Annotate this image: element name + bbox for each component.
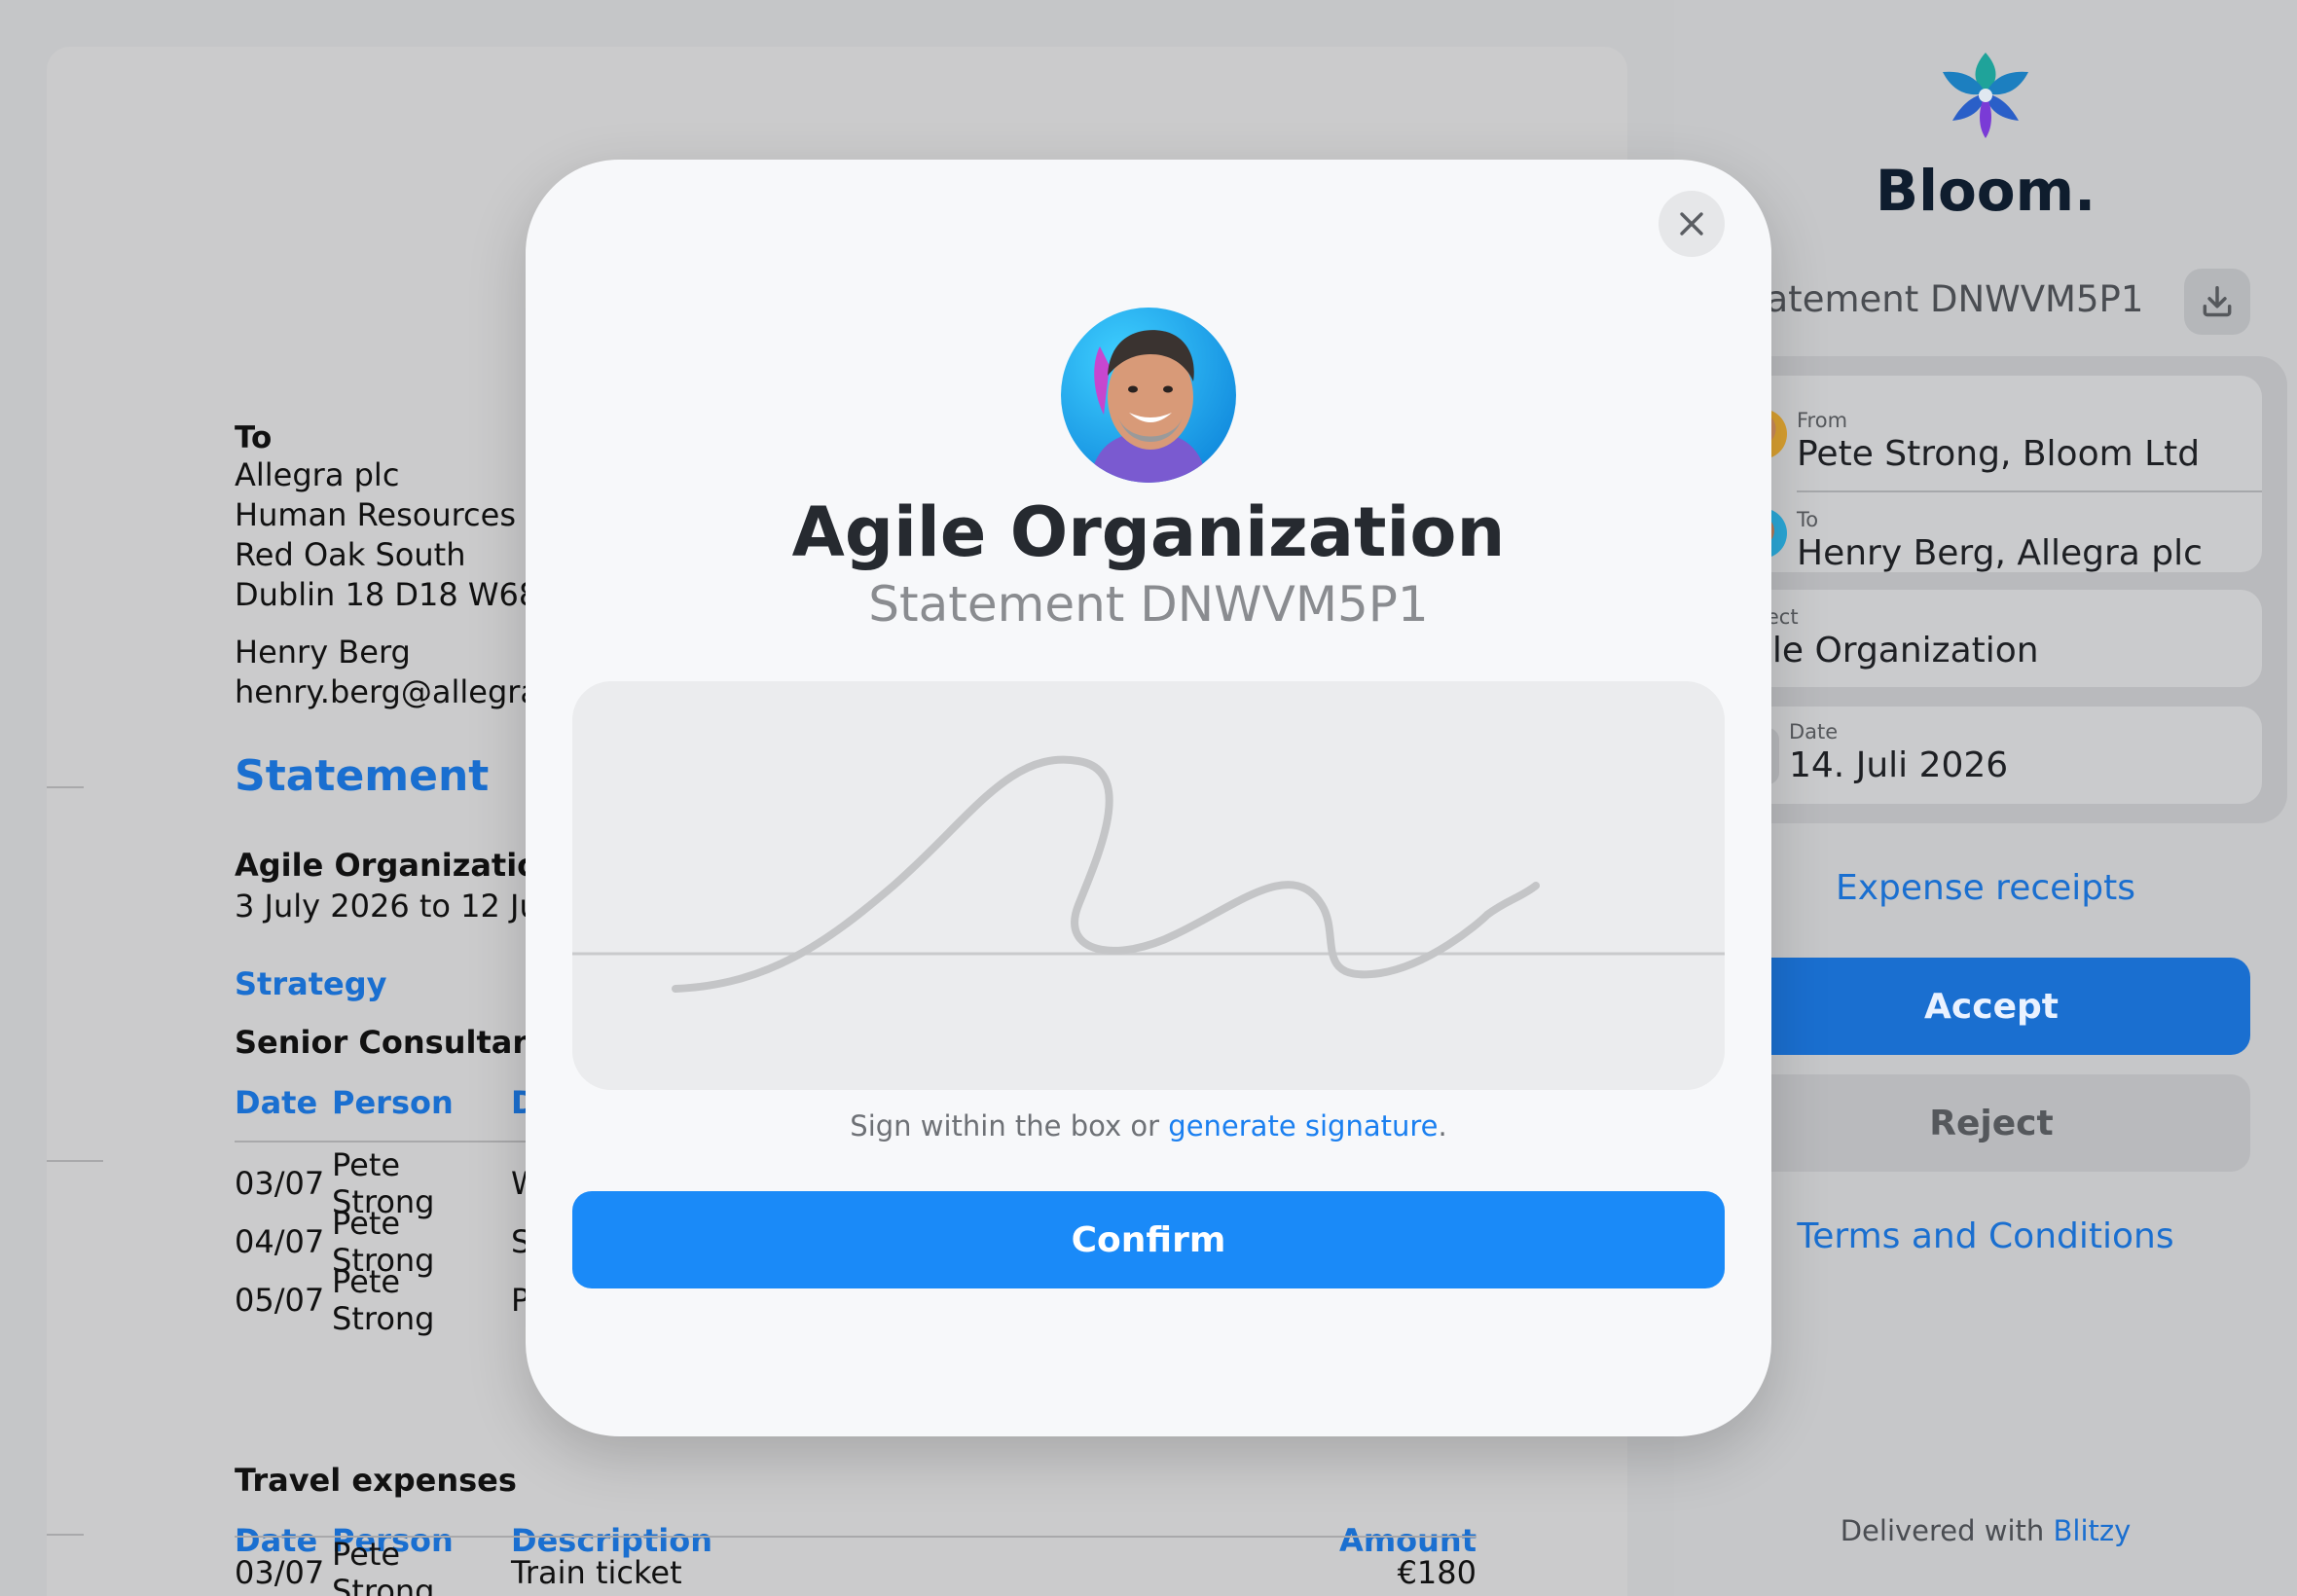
col-person: Person <box>332 1084 454 1121</box>
cell-date: 05/07 <box>235 1282 325 1319</box>
accept-button[interactable]: Accept <box>1732 958 2250 1055</box>
project-card: roject gile Organization <box>1740 590 2262 687</box>
from-label: From <box>1797 409 1848 432</box>
address-line: Human Resources <box>235 496 516 533</box>
from-value: Pete Strong, Bloom Ltd <box>1797 434 2201 474</box>
contact-email: henry.berg@allegra.c <box>235 673 566 710</box>
generate-signature-link[interactable]: generate signature <box>1168 1109 1438 1143</box>
cell-date: 03/07 <box>235 1165 325 1202</box>
to-label: To <box>235 420 273 455</box>
cell-date: 04/07 <box>235 1223 325 1260</box>
date-card: Date 14. Juli 2026 <box>1732 707 2262 804</box>
project-value: gile Organization <box>1740 631 2039 671</box>
travel-heading: Travel expenses <box>235 1462 517 1499</box>
footer: Delivered with Blitzy <box>1674 1514 2297 1547</box>
margin-mark <box>47 1160 103 1162</box>
cell-date: 03/07 <box>235 1554 325 1591</box>
avatar <box>1061 308 1236 483</box>
bloom-logo-icon <box>1674 49 2297 146</box>
hint-period: . <box>1438 1109 1447 1143</box>
divider <box>1797 490 2262 492</box>
footer-brand-link[interactable]: Blitzy <box>2054 1514 2132 1547</box>
address-line: Dublin 18 D18 W688 <box>235 576 559 613</box>
footer-text: Delivered with <box>1840 1514 2045 1547</box>
table-row: 04/07 Pete Strong S <box>235 1205 542 1279</box>
work-table-header: Date Person D <box>235 1084 537 1121</box>
statement-heading: Statement <box>235 751 490 801</box>
signature-modal: Agile Organization Statement DNWVM5P1 Si… <box>526 160 1771 1436</box>
brand-name: Bloom. <box>1875 158 2096 224</box>
recipient-address: Allegra plc Human Resources Red Oak Sout… <box>235 455 566 615</box>
col-date: Date <box>235 1084 318 1121</box>
close-icon <box>1680 212 1703 236</box>
signature-hint: Sign within the box or generate signatur… <box>526 1109 1771 1143</box>
to-label: To <box>1797 508 1819 531</box>
modal-subtitle: Statement DNWVM5P1 <box>868 576 1429 633</box>
signature-pad[interactable] <box>572 681 1725 1090</box>
reject-button[interactable]: Reject <box>1732 1074 2250 1172</box>
table-row: 03/07 Pete Strong W <box>235 1146 542 1220</box>
address-line: Allegra plc <box>235 456 400 493</box>
recipient-contact: Henry Berg henry.berg@allegra.c <box>235 633 566 712</box>
role-heading: Senior Consultant <box>235 1024 550 1061</box>
download-icon <box>2203 286 2232 317</box>
cell-person: Pete Strong <box>332 1263 435 1337</box>
contact-name: Henry Berg <box>235 634 411 671</box>
date-value: 14. Juli 2026 <box>1789 745 2009 785</box>
margin-mark <box>47 786 84 788</box>
section-strategy[interactable]: Strategy <box>235 965 386 1002</box>
close-button[interactable] <box>1659 191 1725 257</box>
table-row: 03/07 Pete Strong Train ticket €180 <box>235 1536 1477 1596</box>
date-label: Date <box>1789 720 1839 744</box>
travel-table-body: 03/07 Pete Strong Train ticket €180 <box>235 1536 1477 1596</box>
cell-description: Train ticket <box>511 1554 682 1591</box>
work-table-body: 03/07 Pete Strong W 04/07 Pete Strong S … <box>235 1146 542 1337</box>
table-row: 05/07 Pete Strong P <box>235 1263 542 1337</box>
cell-amount: €180 <box>1397 1554 1477 1591</box>
cell-person: Pete Strong <box>332 1536 435 1596</box>
margin-mark <box>47 1534 84 1536</box>
confirm-button[interactable]: Confirm <box>572 1191 1725 1288</box>
address-line: Red Oak South <box>235 536 466 573</box>
modal-title: Agile Organization <box>791 492 1506 572</box>
statement-reference: tatement DNWVM5P1 <box>1752 278 2144 320</box>
hint-text: Sign within the box or <box>850 1109 1169 1143</box>
statement-details: From Pete Strong, Bloom Ltd To Henry Ber… <box>1732 356 2287 823</box>
download-button[interactable] <box>2184 269 2250 335</box>
parties-card: From Pete Strong, Bloom Ltd To Henry Ber… <box>1736 376 2262 573</box>
to-value: Henry Berg, Allegra plc <box>1797 533 2203 573</box>
signature-stroke <box>572 755 1725 993</box>
